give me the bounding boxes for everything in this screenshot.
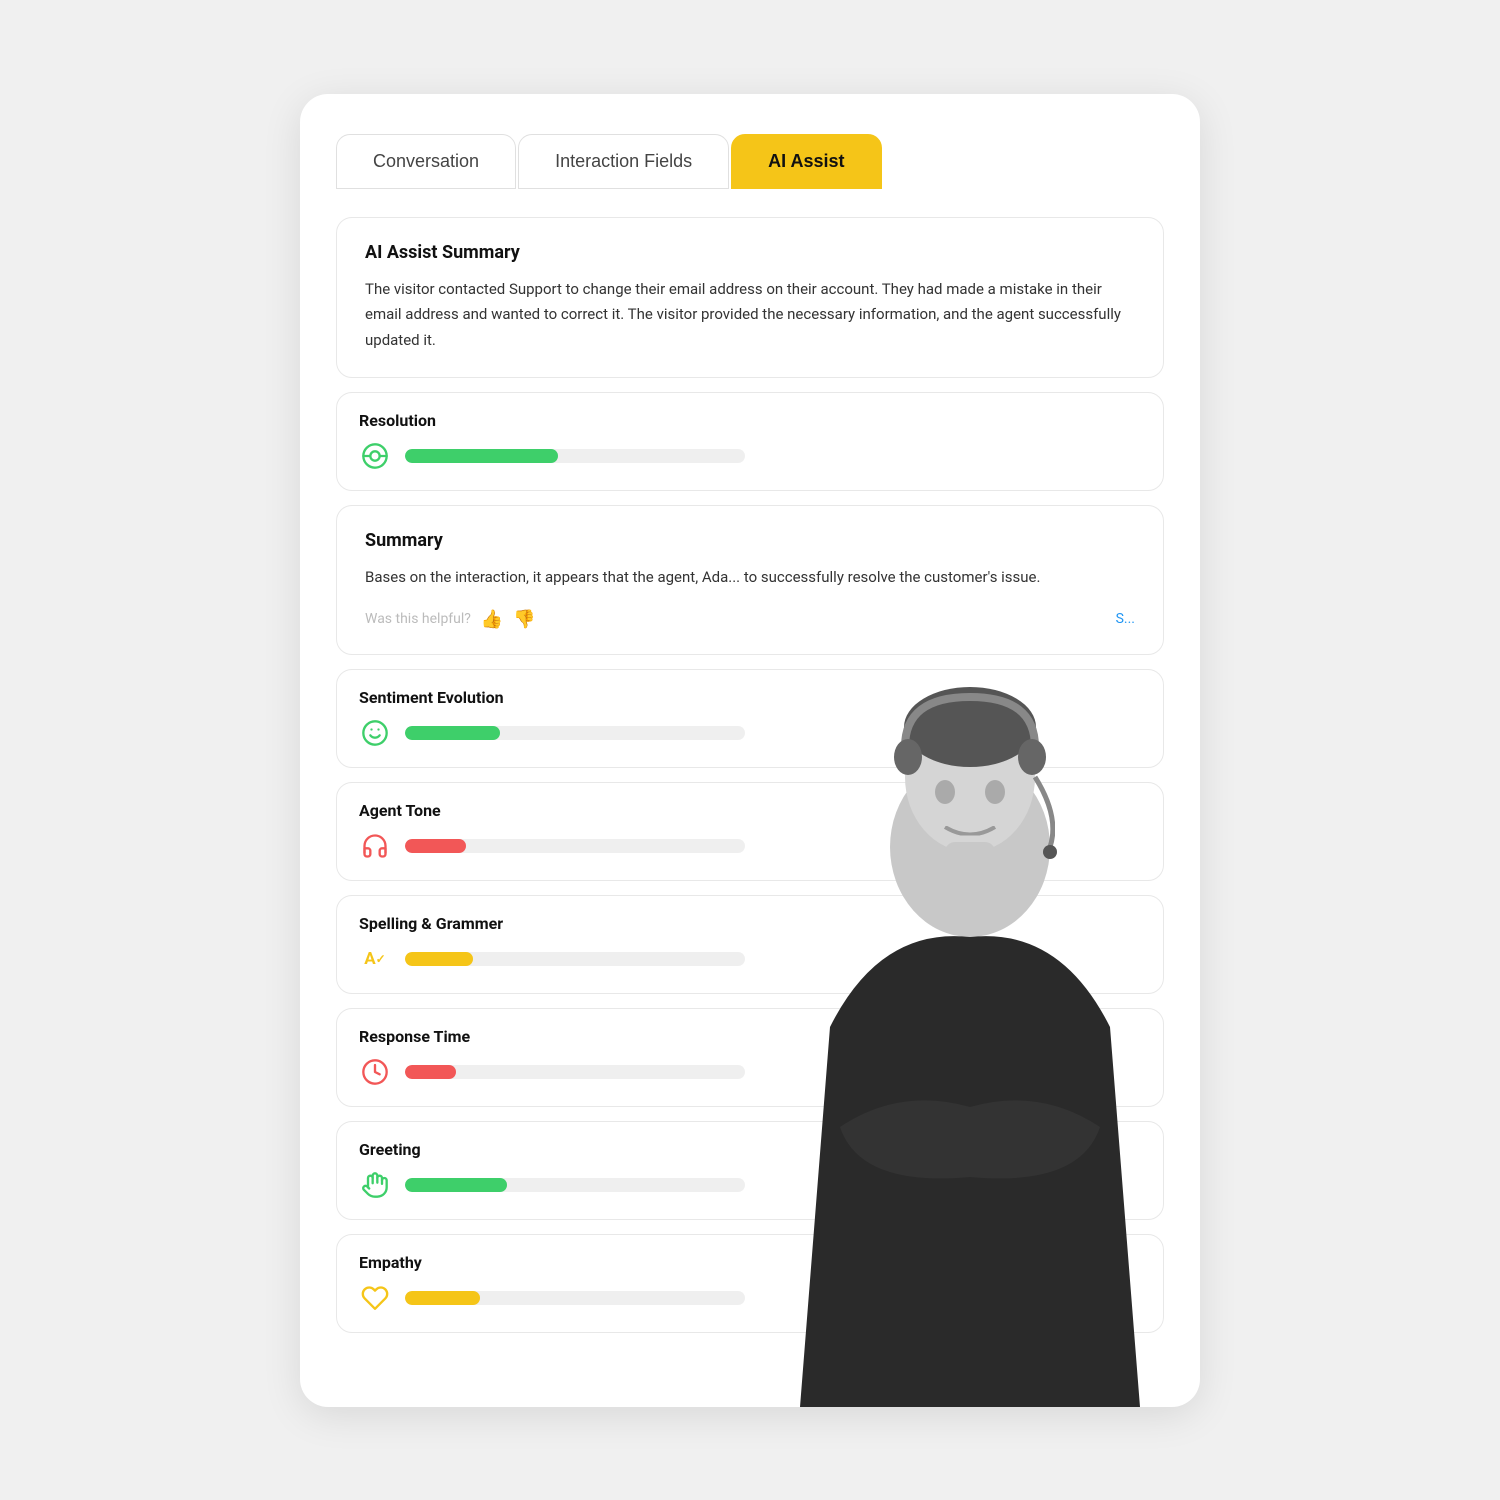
greeting-title: Greeting: [359, 1140, 1135, 1159]
thumbs-up-icon[interactable]: 👍: [481, 609, 503, 630]
response-time-progress-fill: [405, 1065, 456, 1079]
agent-tone-progress-track: [405, 839, 745, 853]
resolution-icon: [359, 440, 391, 472]
tab-conversation[interactable]: Conversation: [336, 134, 516, 189]
greeting-progress-fill: [405, 1178, 507, 1192]
empathy-title: Empathy: [359, 1253, 1135, 1272]
empathy-progress-fill: [405, 1291, 480, 1305]
helpful-label: Was this helpful?: [365, 611, 471, 627]
greeting-progress-track: [405, 1178, 745, 1192]
tab-bar: Conversation Interaction Fields AI Assis…: [336, 134, 1164, 189]
sentiment-evolution-title: Sentiment Evolution: [359, 688, 1135, 707]
empathy-card: Empathy: [336, 1234, 1164, 1333]
ai-assist-summary-text: The visitor contacted Support to change …: [365, 277, 1135, 354]
ai-assist-summary-title: AI Assist Summary: [365, 242, 1135, 263]
resolution-progress-track: [405, 449, 745, 463]
greeting-card: Greeting: [336, 1121, 1164, 1220]
resolution-card: Resolution: [336, 392, 1164, 491]
sentiment-progress-fill: [405, 726, 500, 740]
spelling-grammar-card: Spelling & Grammer A✓: [336, 895, 1164, 994]
agent-tone-title: Agent Tone: [359, 801, 1135, 820]
spelling-icon: A✓: [359, 943, 391, 975]
empathy-progress-track: [405, 1291, 745, 1305]
see-more-link[interactable]: S...: [1116, 611, 1135, 627]
sentiment-evolution-card: Sentiment Evolution: [336, 669, 1164, 768]
response-time-progress-track: [405, 1065, 745, 1079]
main-container: Conversation Interaction Fields AI Assis…: [300, 94, 1200, 1407]
thumbs-down-icon[interactable]: 👎: [513, 609, 535, 630]
empathy-icon: [359, 1282, 391, 1314]
spelling-progress-fill: [405, 952, 473, 966]
agent-tone-progress-fill: [405, 839, 466, 853]
ai-assist-summary-card: AI Assist Summary The visitor contacted …: [336, 217, 1164, 379]
sentiment-icon: [359, 717, 391, 749]
resolution-title: Resolution: [359, 411, 1135, 430]
greeting-icon: [359, 1169, 391, 1201]
summary-title: Summary: [365, 530, 1135, 551]
response-time-icon: [359, 1056, 391, 1088]
sentiment-progress-track: [405, 726, 745, 740]
summary-card: Summary Bases on the interaction, it app…: [336, 505, 1164, 655]
tab-interaction-fields[interactable]: Interaction Fields: [518, 134, 729, 189]
spelling-grammar-title: Spelling & Grammer: [359, 914, 1135, 933]
tab-ai-assist[interactable]: AI Assist: [731, 134, 881, 189]
spelling-progress-track: [405, 952, 745, 966]
agent-tone-icon: [359, 830, 391, 862]
response-time-title: Response Time: [359, 1027, 1135, 1046]
response-time-card: Response Time: [336, 1008, 1164, 1107]
summary-text: Bases on the interaction, it appears tha…: [365, 565, 1135, 591]
agent-tone-card: Agent Tone: [336, 782, 1164, 881]
resolution-progress-fill: [405, 449, 558, 463]
